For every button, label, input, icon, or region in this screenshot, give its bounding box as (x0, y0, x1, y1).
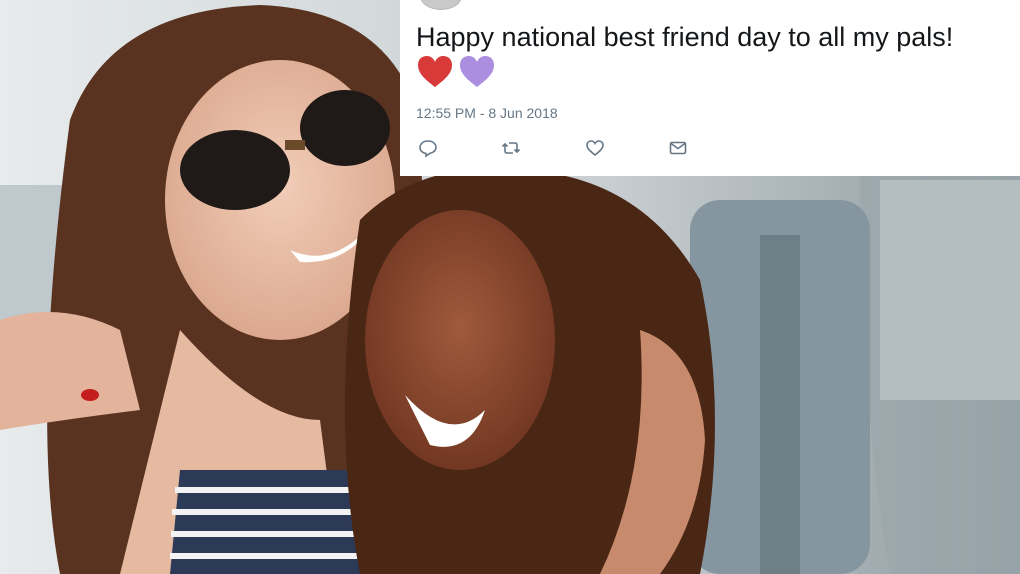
sunglasses-right-lens (300, 90, 390, 166)
tweet-card: Happy national best friend day to all my… (400, 0, 1020, 176)
like-icon[interactable] (585, 138, 607, 160)
arm-left (0, 312, 140, 430)
direct-message-icon[interactable] (668, 138, 690, 160)
car-door (860, 175, 1020, 574)
avatar[interactable] (420, 0, 462, 10)
tweet-timestamp[interactable]: 12:55 PM - 8 Jun 2018 (416, 105, 558, 121)
reply-icon[interactable] (418, 138, 440, 160)
red-heart-icon (416, 54, 454, 90)
seatbelt (760, 235, 800, 574)
retweet-icon[interactable] (501, 138, 523, 160)
tweet-text: Happy national best friend day to all my… (416, 22, 954, 52)
nail-polish (81, 389, 99, 401)
emoji-row (416, 54, 496, 90)
sunglasses-left-lens (180, 130, 290, 210)
purple-heart-icon (458, 54, 496, 90)
